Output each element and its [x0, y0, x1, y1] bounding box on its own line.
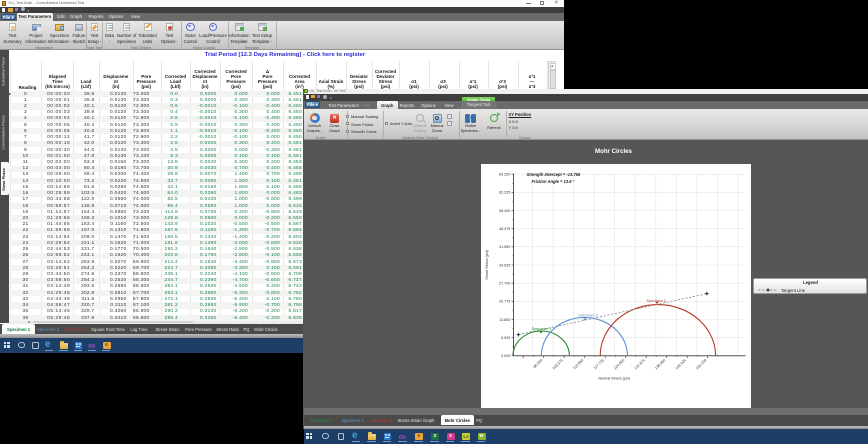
svg-text:41.550: 41.550 [499, 245, 510, 249]
svg-text:13.850: 13.850 [499, 317, 510, 321]
svg-text:Specimen 3: Specimen 3 [646, 299, 665, 303]
svg-text:Strength Intercept = -13.755: Strength Intercept = -13.755 [526, 172, 581, 177]
svg-text:69.250: 69.250 [499, 172, 510, 176]
svg-text:27.700: 27.700 [499, 281, 510, 285]
svg-text:34.625: 34.625 [499, 263, 510, 267]
svg-text:Specimen 2: Specimen 2 [578, 313, 597, 317]
svg-text:Normal Stress (psi): Normal Stress (psi) [598, 376, 630, 380]
svg-text:0.000: 0.000 [501, 354, 510, 358]
svg-text:48.475: 48.475 [499, 227, 510, 231]
svg-text:Specimen 1: Specimen 1 [531, 327, 550, 331]
svg-text:55.400: 55.400 [499, 208, 510, 212]
svg-text:20.775: 20.775 [499, 299, 510, 303]
svg-text:Shear Stress (psi): Shear Stress (psi) [485, 250, 489, 280]
svg-text:6.925: 6.925 [501, 335, 510, 339]
svg-text:Friction Angle = 13.6 °: Friction Angle = 13.6 ° [531, 179, 574, 184]
svg-text:62.325: 62.325 [499, 190, 510, 194]
